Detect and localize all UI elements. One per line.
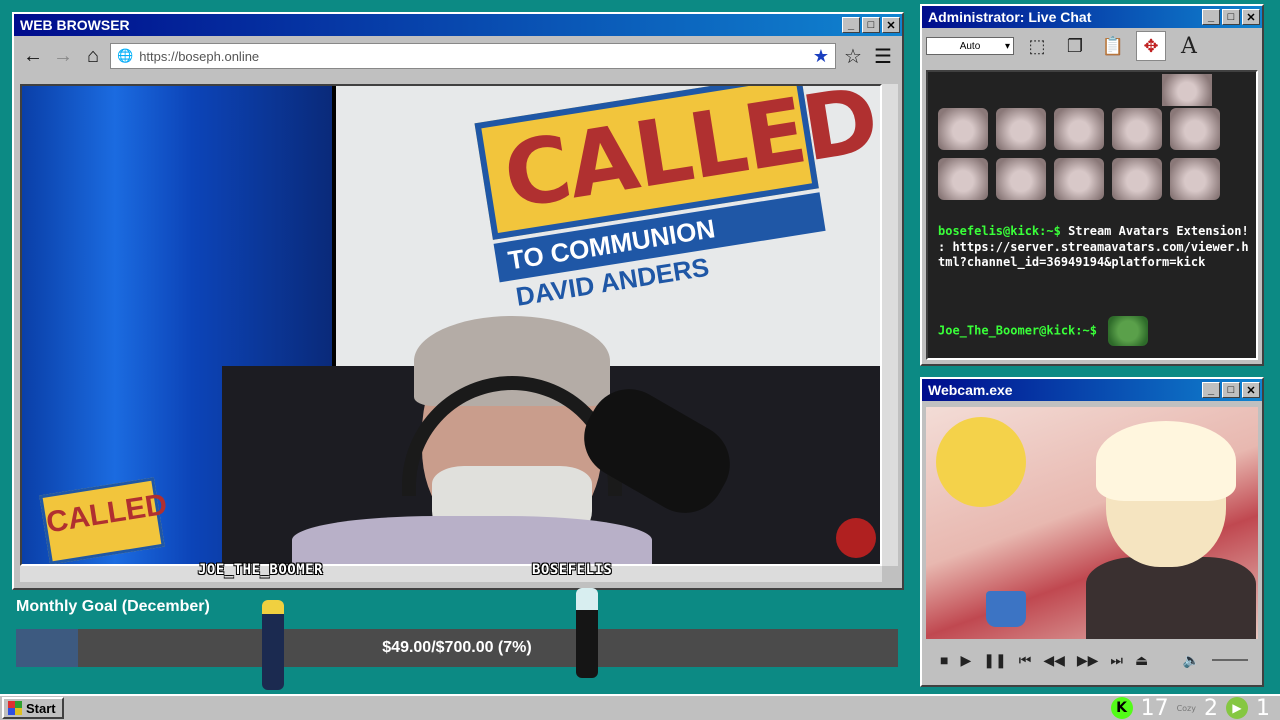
browser-titlebar[interactable]: WEB BROWSER _ □ ✕ (14, 14, 902, 36)
home-icon[interactable]: ⌂ (80, 43, 106, 69)
cat-emote-grid (938, 108, 1220, 200)
chat-username: Joe_The_Boomer@kick:~$ (938, 323, 1097, 338)
rumble-viewer-count: 1 (1256, 695, 1270, 720)
forward-arrow-icon[interactable]: → (50, 43, 76, 69)
chat-toolbar: Auto ⬚ ❐ 📋 ✥ A (922, 28, 1262, 64)
mug-icon (986, 591, 1026, 627)
live-chat-window: Administrator: Live Chat _ □ ✕ Auto ⬚ ❐ … (920, 4, 1264, 366)
bookmark-star-icon[interactable]: ★ (813, 46, 829, 67)
avatar-username: JOE_THE_BOOMER (198, 562, 324, 578)
webcam-window: Webcam.exe _ □ ✕ ■ ▶ ❚❚ ⏮ ◀◀ ▶▶ ⏭ ⏏ 🔈 (920, 377, 1264, 687)
vertical-scrollbar[interactable] (882, 84, 898, 566)
media-controls: ■ ▶ ❚❚ ⏮ ◀◀ ▶▶ ⏭ ⏏ 🔈 (926, 643, 1258, 677)
select-icon[interactable]: ⬚ (1022, 31, 1052, 61)
back-arrow-icon[interactable]: ← (20, 43, 46, 69)
chat-titlebar[interactable]: Administrator: Live Chat _ □ ✕ (922, 6, 1262, 28)
start-label: Start (26, 700, 56, 716)
text-icon[interactable]: A (1174, 31, 1204, 61)
chat-message: bosefelis@kick:~$ Stream Avatars Extensi… (938, 224, 1252, 271)
url-text: https://boseph.online (139, 48, 260, 64)
goal-progress-bar: $49.00/$700.00 (7%) (16, 629, 898, 667)
system-tray: K 17 Cozy 2 ▶ 1 (1110, 695, 1278, 720)
favorite-star-icon[interactable]: ☆ (840, 43, 866, 69)
taskbar: Start K 17 Cozy 2 ▶ 1 (0, 694, 1280, 720)
webcam-titlebar[interactable]: Webcam.exe _ □ ✕ (922, 379, 1262, 401)
rumble-icon: ▶ (1226, 697, 1248, 719)
duck-plush (936, 417, 1026, 507)
vtuber-avatar (926, 407, 1258, 639)
browser-title: WEB BROWSER (20, 17, 130, 33)
pause-icon[interactable]: ❚❚ (983, 652, 1006, 669)
frog-emote-icon (1108, 316, 1149, 346)
cozy-icon: Cozy (1176, 703, 1196, 713)
globe-icon: 🌐 (117, 48, 134, 63)
start-button[interactable]: Start (2, 697, 64, 719)
horizontal-scrollbar[interactable] (20, 566, 882, 582)
play-icon[interactable]: ▶ (960, 652, 971, 669)
minimize-button[interactable]: _ (1202, 9, 1220, 25)
skip-back-icon[interactable]: ⏮ (1019, 652, 1032, 669)
volume-slider[interactable] (1212, 659, 1248, 661)
channel-badge-icon (836, 518, 876, 558)
close-button[interactable]: ✕ (1242, 382, 1260, 398)
cozy-viewer-count: 2 (1204, 695, 1218, 720)
chat-username: bosefelis@kick:~$ (938, 224, 1061, 238)
paste-icon[interactable]: 📋 (1098, 31, 1128, 61)
kick-viewer-count: 17 (1140, 695, 1169, 720)
rewind-icon[interactable]: ◀◀ (1043, 652, 1065, 669)
maximize-button[interactable]: □ (1222, 382, 1240, 398)
close-button[interactable]: ✕ (882, 17, 900, 33)
kick-icon: K (1110, 697, 1133, 719)
chat-feed[interactable]: bosefelis@kick:~$ Stream Avatars Extensi… (926, 70, 1258, 360)
chat-message: Joe_The_Boomer@kick:~$ (938, 316, 1149, 346)
webcam-title: Webcam.exe (928, 382, 1013, 398)
stop-icon[interactable]: ■ (940, 652, 948, 668)
shirt (292, 516, 652, 564)
mode-dropdown[interactable]: Auto (926, 37, 1014, 55)
volume-icon[interactable]: 🔈 (1183, 652, 1200, 669)
minimize-button[interactable]: _ (1202, 382, 1220, 398)
skip-forward-icon[interactable]: ⏭ (1110, 652, 1123, 669)
avatar-sprite (262, 600, 284, 690)
avatar-sprite (576, 588, 598, 678)
goal-amount: $49.00/$700.00 (7%) (382, 639, 532, 656)
menu-icon[interactable]: ☰ (870, 43, 896, 69)
copy-icon[interactable]: ❐ (1060, 31, 1090, 61)
address-bar[interactable]: 🌐 https://boseph.online ★ (110, 43, 836, 69)
minimize-button[interactable]: _ (842, 17, 860, 33)
avatar-username: BOSEFELIS (532, 562, 613, 578)
close-button[interactable]: ✕ (1242, 9, 1260, 25)
maximize-button[interactable]: □ (862, 17, 880, 33)
eject-icon[interactable]: ⏏ (1135, 652, 1148, 669)
browser-navbar: ← → ⌂ 🌐 https://boseph.online ★ ☆ ☰ (14, 36, 902, 76)
stream-video[interactable]: CALLED TO COMMUNION DAVID ANDERS CALLED (20, 84, 882, 566)
chat-title: Administrator: Live Chat (928, 9, 1092, 25)
move-icon[interactable]: ✥ (1136, 31, 1166, 61)
browser-window: WEB BROWSER _ □ ✕ ← → ⌂ 🌐 https://boseph… (12, 12, 904, 590)
goal-title: Monthly Goal (December) (16, 598, 210, 615)
cat-emote (1162, 74, 1212, 106)
windows-logo-icon (8, 701, 22, 715)
fast-forward-icon[interactable]: ▶▶ (1077, 652, 1099, 669)
maximize-button[interactable]: □ (1222, 9, 1240, 25)
